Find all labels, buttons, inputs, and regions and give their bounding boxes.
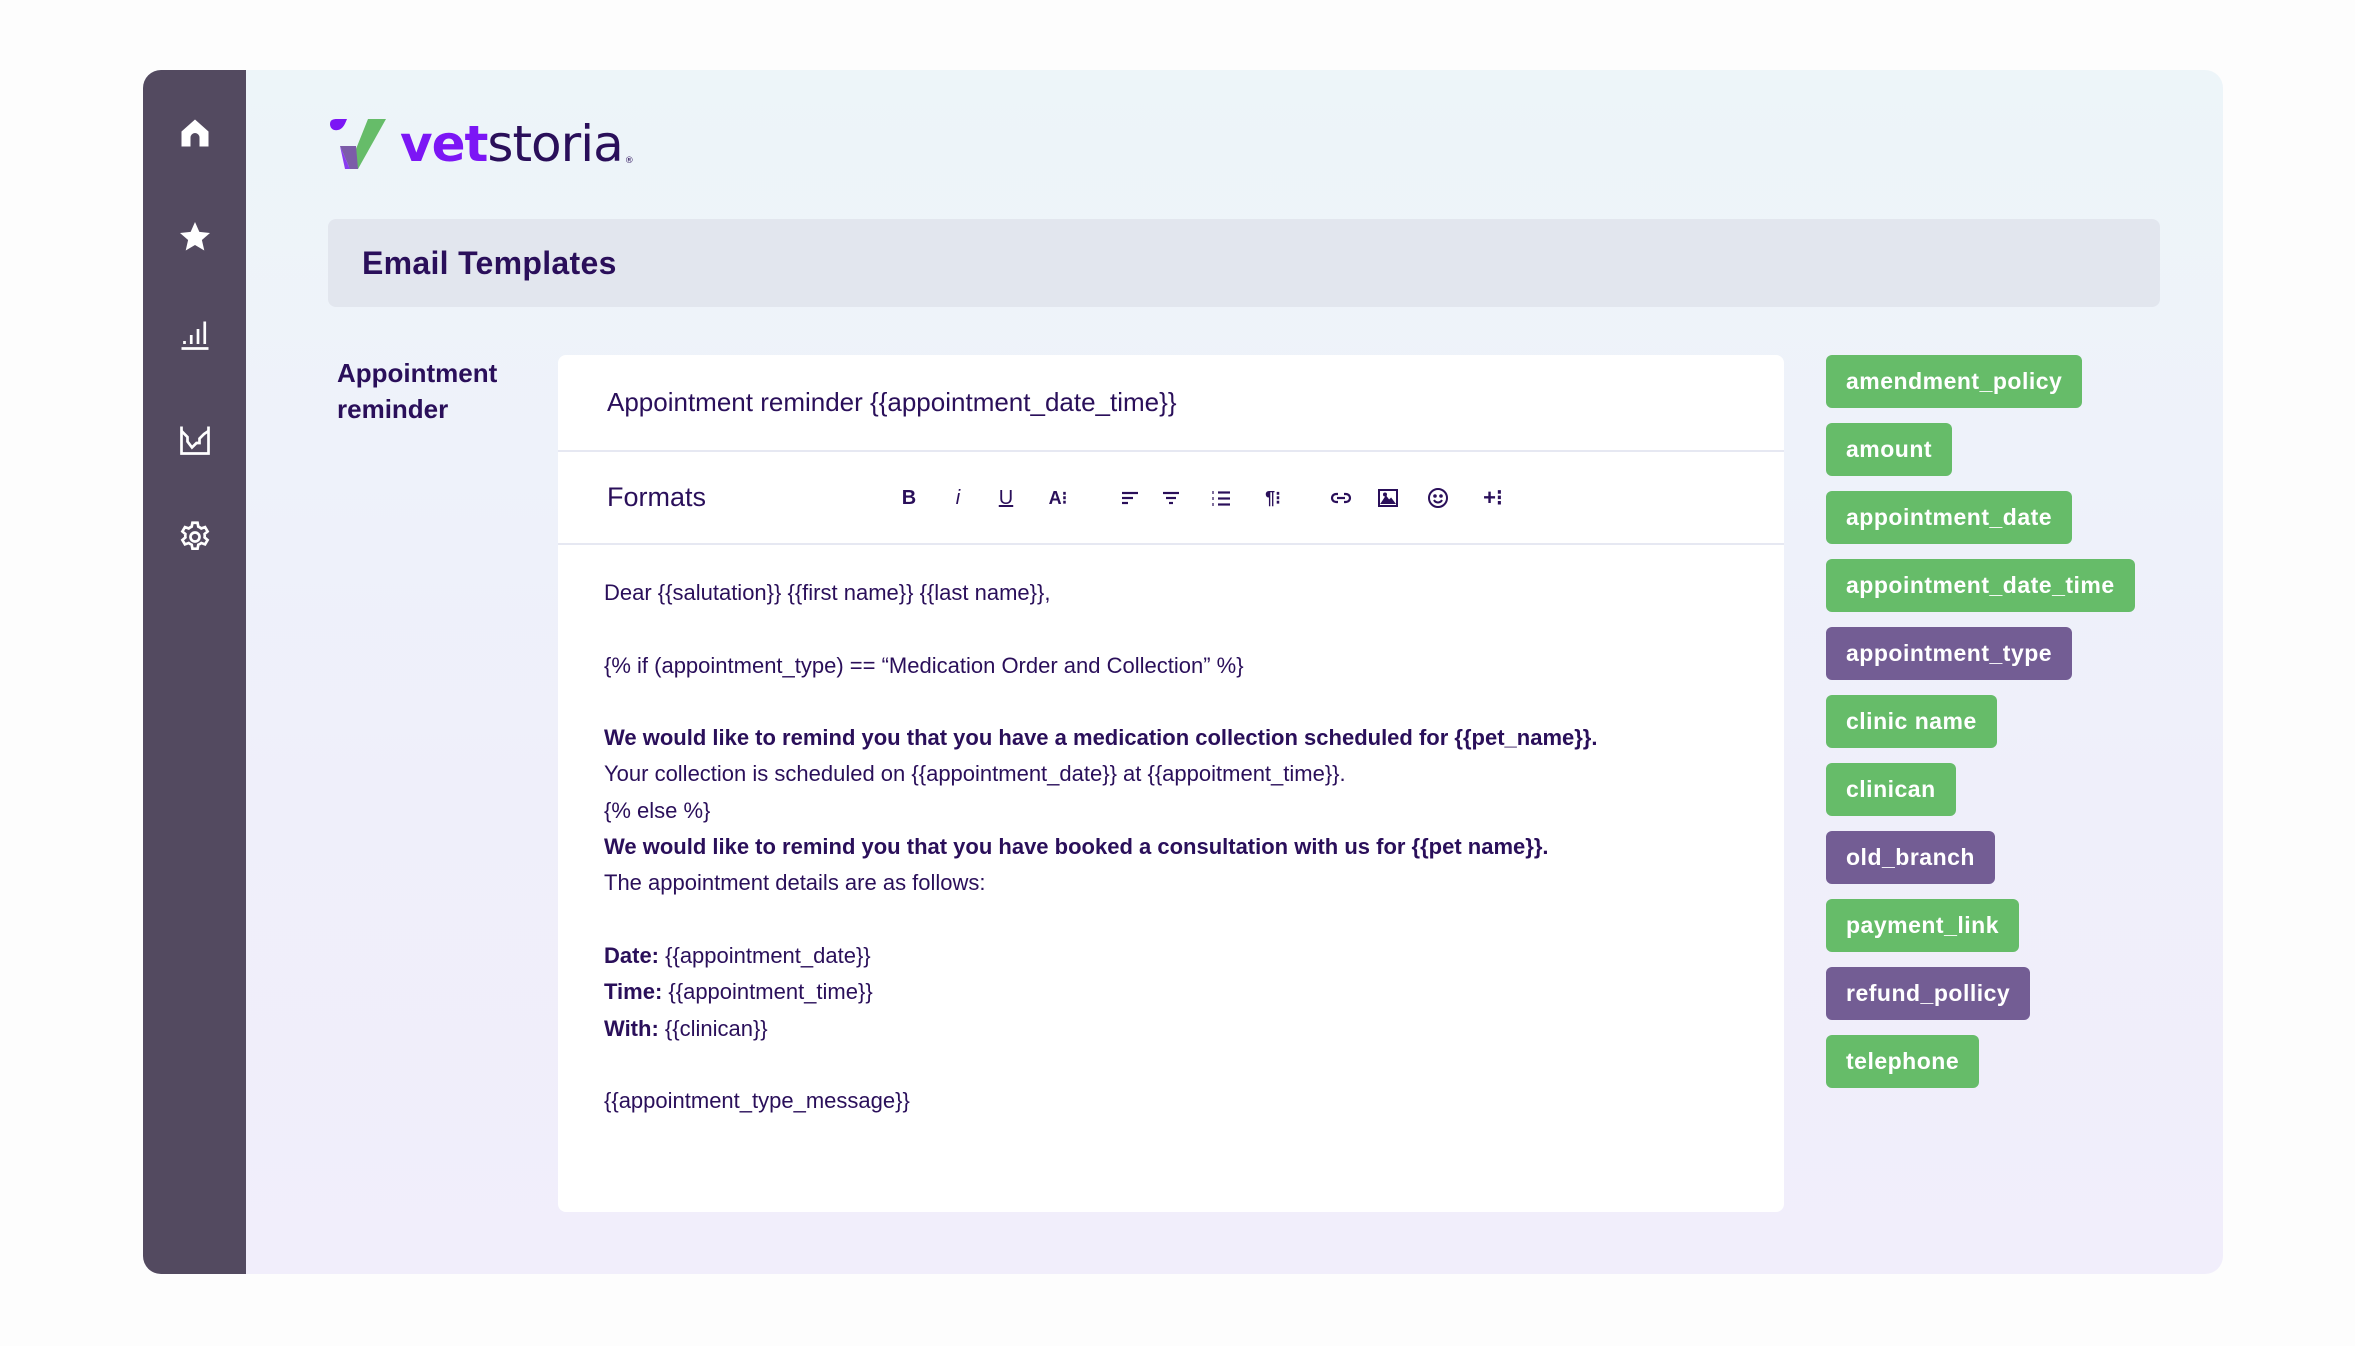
align-left-icon: [1122, 491, 1138, 505]
merge-tag-appointment-date[interactable]: appointment_date: [1826, 491, 2073, 544]
formats-dropdown[interactable]: Formats: [607, 452, 706, 543]
with-value: {{clinican}}: [658, 1015, 768, 1041]
email-editor: Appointment reminder {{appointment_date_…: [558, 355, 1784, 1212]
page-header: Email Templates: [328, 219, 2160, 307]
template-name-label: Appointment reminder: [337, 358, 498, 424]
align-left-button[interactable]: [1112, 480, 1148, 516]
ordered-list-button[interactable]: [1203, 480, 1239, 516]
logo-checkmark-icon: [330, 119, 386, 169]
email-body-editor[interactable]: Dear {{salutation}} {{first name}} {{las…: [604, 575, 1754, 1119]
sidebar-item-reports[interactable]: [143, 310, 246, 360]
bold-icon: B: [901, 486, 917, 509]
image-icon: [1378, 489, 1398, 507]
merge-tag-clinic-name[interactable]: clinic name: [1826, 695, 1997, 748]
merge-tag-telephone[interactable]: telephone: [1826, 1035, 1980, 1088]
star-icon: [179, 222, 210, 251]
sidebar-item-favorites[interactable]: [143, 212, 246, 262]
body-with-line: With: {{clinican}}: [604, 1011, 1754, 1047]
merge-tag-payment-link[interactable]: payment_link: [1826, 899, 2019, 952]
date-label: Date:: [604, 942, 660, 968]
tag-row: appointment_date: [1826, 491, 2166, 559]
italic-button[interactable]: i: [940, 480, 976, 516]
tag-row: telephone: [1826, 1035, 2166, 1103]
sidebar-item-analytics[interactable]: [143, 415, 246, 465]
underline-button[interactable]: U: [988, 480, 1024, 516]
italic-icon: i: [955, 486, 961, 509]
body-line-bold: We would like to remind you that you hav…: [604, 834, 1549, 860]
tag-row: refund_pollicy: [1826, 967, 2166, 1035]
gear-icon: [180, 521, 209, 551]
body-line: {{appointment_type_message}}: [604, 1088, 910, 1114]
bold-button[interactable]: B: [891, 480, 927, 516]
font-size-icon: A⁝: [1048, 487, 1068, 508]
sidebar: [143, 70, 246, 1274]
merge-tag-refund-pollicy[interactable]: refund_pollicy: [1826, 967, 2031, 1020]
body-blank-line: [604, 684, 1754, 720]
body-blank-line: [604, 902, 1754, 938]
time-label: Time:: [604, 979, 663, 1005]
tag-row: payment_link: [1826, 899, 2166, 967]
insert-more-button[interactable]: +⁝: [1475, 480, 1511, 516]
editor-toolbar: Formats B i U A⁝ ¶⁝ +⁝: [558, 452, 1784, 545]
app-window: vetstoria ® Email Templates Appointment …: [143, 70, 2223, 1274]
underline-icon: U: [998, 486, 1014, 509]
tag-row: appointment_type: [1826, 627, 2166, 695]
merge-tags-panel: amendment_policyamount appointment_dateap…: [1826, 355, 2166, 1103]
body-time-line: Time: {{appointment_time}}: [604, 974, 1754, 1010]
tag-row: clinican: [1826, 763, 2166, 831]
date-value: {{appointment_date}}: [659, 942, 871, 968]
tag-row: old_branch: [1826, 831, 2166, 899]
link-icon: [1330, 492, 1352, 504]
emoji-button[interactable]: [1420, 480, 1456, 516]
tag-row: amount: [1826, 423, 2166, 491]
merge-tag-old-branch[interactable]: old_branch: [1826, 831, 1995, 884]
home-icon: [181, 119, 208, 147]
vetstoria-logo[interactable]: vetstoria ®: [328, 116, 634, 172]
tag-row: appointment_date_time: [1826, 559, 2166, 627]
merge-tag-appointment-date-time[interactable]: appointment_date_time: [1826, 559, 2135, 612]
sidebar-item-settings[interactable]: [143, 512, 246, 562]
tag-row: clinic name: [1826, 695, 2166, 763]
bar-chart-icon: [181, 321, 208, 350]
merge-tag-amount[interactable]: amount: [1826, 423, 1953, 476]
merge-tag-amendment-policy[interactable]: amendment_policy: [1826, 355, 2083, 408]
merge-tag-clinican[interactable]: clinican: [1826, 763, 1956, 816]
body-line: Dear {{salutation}} {{first name}} {{las…: [604, 580, 1051, 605]
registered-mark: ®: [624, 156, 634, 166]
ordered-list-icon: [1212, 491, 1230, 506]
body-line: The appointment details are as follows:: [604, 870, 986, 896]
align-center-button[interactable]: [1153, 480, 1189, 516]
body-blank-line: [604, 1047, 1754, 1083]
align-center-icon: [1163, 491, 1179, 505]
paragraph-button[interactable]: ¶⁝: [1255, 480, 1291, 516]
sidebar-item-home[interactable]: [143, 108, 246, 158]
image-button[interactable]: [1370, 480, 1406, 516]
line-chart-icon: [179, 426, 210, 455]
merge-tag-appointment-type[interactable]: appointment_type: [1826, 627, 2073, 680]
plus-icon: +⁝: [1483, 485, 1503, 510]
paragraph-icon: ¶⁝: [1265, 487, 1281, 508]
body-blank-line: [604, 611, 1754, 647]
font-size-button[interactable]: A⁝: [1040, 480, 1076, 516]
logo-wordmark: vetstoria: [400, 115, 624, 173]
body-line: {% if (appointment_type) == “Medication …: [604, 652, 1244, 678]
subject-input[interactable]: Appointment reminder {{appointment_date_…: [558, 355, 1784, 452]
body-line-bold: We would like to remind you that you hav…: [604, 725, 1598, 751]
with-label: With:: [604, 1015, 659, 1041]
body-line: Your collection is scheduled on {{appoin…: [604, 761, 1346, 787]
body-date-line: Date: {{appointment_date}}: [604, 938, 1754, 974]
emoji-icon: [1428, 488, 1448, 508]
page-title: Email Templates: [362, 244, 617, 281]
time-value: {{appointment_time}}: [662, 979, 873, 1005]
link-button[interactable]: [1323, 480, 1359, 516]
tag-row: amendment_policy: [1826, 355, 2166, 423]
body-line: {% else %}: [604, 797, 711, 823]
